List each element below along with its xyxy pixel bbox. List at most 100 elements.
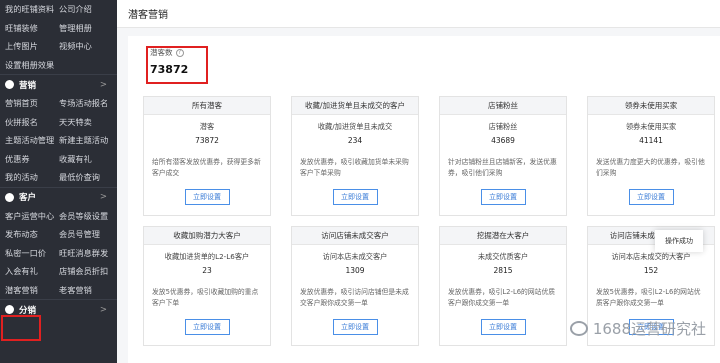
sidebar-item[interactable]: 专场活动报名: [59, 97, 113, 109]
setup-button[interactable]: 立即设置: [480, 189, 526, 205]
sidebar-item[interactable]: 公司介绍: [59, 3, 113, 15]
sidebar-row: 主题活动管理 新建主题活动: [0, 131, 117, 150]
sidebar-item[interactable]: 伙拼报名: [5, 116, 59, 128]
user-icon: [5, 192, 14, 202]
sidebar-item[interactable]: 最低价查询: [59, 171, 113, 183]
total-highlight-box: [146, 46, 208, 84]
sidebar-item[interactable]: 新建主题活动: [59, 134, 113, 146]
card-description: 发放优惠券，吸引访问店铺但是未成交客户跟你成交第一单: [300, 288, 409, 307]
metric-label: 未成交优质客户: [477, 252, 529, 261]
metric-label: 潜客: [199, 122, 215, 131]
metric-label: 收藏加进货单的L2-L6客户: [164, 252, 250, 261]
setup-button[interactable]: 立即设置: [184, 189, 230, 205]
card-description: 发放优惠券，吸引L2-L6的网站优质客户跟你成交第一单: [448, 288, 556, 307]
page-title: 潜客营销: [117, 0, 720, 28]
metric-label: 领券未使用买家: [625, 122, 677, 131]
sidebar-item[interactable]: 我的活动: [5, 171, 59, 183]
sidebar-item[interactable]: 会员等级设置: [59, 210, 113, 222]
metric-value: 2815: [493, 266, 513, 275]
card-description: 发放优惠券，吸引收藏加货单未采购客户下单采购: [300, 158, 409, 177]
sidebar-row: 优惠券 收藏有礼: [0, 150, 117, 169]
chevron-icon: >: [99, 304, 107, 315]
metric-label: 访问本店未成交客户: [322, 252, 388, 261]
success-toast: 操作成功: [655, 230, 703, 252]
sidebar-item[interactable]: 发布动态: [5, 228, 59, 240]
metric-value: 234: [347, 136, 363, 145]
sidebar-row: 上传图片 视频中心: [0, 37, 117, 56]
sidebar-item[interactable]: 天天特卖: [59, 116, 113, 128]
card-description: 发放5优惠券，吸引收藏加购的重点客户下单: [152, 288, 259, 307]
sidebar-item[interactable]: 旺旺消息群发: [59, 247, 113, 259]
sidebar-row: 我的活动 最低价查询: [0, 168, 117, 187]
card-title: 收藏加购潜力大客户: [144, 227, 270, 245]
watermark: 1688运营研究社: [569, 318, 706, 339]
setup-button[interactable]: 立即设置: [332, 319, 378, 335]
sidebar-item[interactable]: 入会有礼: [5, 265, 59, 277]
sidebar-row: 伙拼报名 天天特卖: [0, 113, 117, 132]
card-description: 给所有潜客发放优惠券，获得更多新客户成交: [152, 158, 261, 177]
setup-button[interactable]: 立即设置: [480, 319, 526, 335]
sidebar-section-customer[interactable]: 客户 >: [0, 186, 117, 207]
sidebar: 我的旺铺资料 公司介绍 旺铺装修 管理相册 上传图片 视频中心 设置相册效果 营销 > 营销…: [0, 0, 117, 363]
card-title: 收藏/加进货单且未成交的客户: [292, 97, 418, 115]
segment-card: 访问店铺未成交客户访问本店未成交客户 1309 发放优惠券，吸引访问店铺但是未成交客…: [291, 226, 419, 346]
sidebar-section-marketing[interactable]: 营销 >: [0, 74, 117, 94]
sidebar-item[interactable]: 设置相册效果: [5, 59, 59, 71]
card-title: 领券未使用买家: [588, 97, 714, 115]
card-title: 店铺粉丝: [440, 97, 566, 115]
sidebar-item[interactable]: 会员号管理: [59, 228, 113, 240]
setup-button[interactable]: 立即设置: [184, 319, 230, 335]
megaphone-icon: [5, 80, 14, 89]
metric-value: 43689: [491, 136, 515, 145]
sidebar-item[interactable]: 客户运营中心: [5, 210, 59, 222]
card-description: 发放5优惠券，吸引L2-L6的网站优质客户跟你成交第一单: [596, 288, 701, 307]
sidebar-row: 私密一口价 旺旺消息群发: [0, 244, 117, 263]
sidebar-item[interactable]: 老客营销: [59, 284, 113, 296]
card-description: 针对店铺粉丝且店铺新客，发送优惠券，吸引他们采购: [448, 158, 557, 177]
setup-button[interactable]: 立即设置: [628, 189, 674, 205]
card-title: 访问店铺未成交客户: [292, 227, 418, 245]
chevron-icon: >: [99, 192, 107, 202]
card-title: 所有潜客: [144, 97, 270, 115]
metric-value: 73872: [195, 136, 219, 145]
card-title: 挖掘潜在大客户: [440, 227, 566, 245]
share-icon: [5, 305, 14, 314]
metric-value: 1309: [345, 266, 365, 275]
card-description: 发送优惠力度更大的优惠券，吸引他们采购: [596, 158, 705, 177]
sidebar-item[interactable]: 优惠券: [5, 153, 59, 165]
sidebar-row: 营销首页 专场活动报名: [0, 94, 117, 113]
metric-label: 店铺粉丝: [488, 122, 518, 131]
sidebar-row: 潜客营销 老客营销: [0, 281, 117, 300]
metric-label: 访问本店未成交的大客户: [611, 252, 691, 261]
sidebar-row: 入会有礼 店铺会员折扣: [0, 262, 117, 281]
sidebar-row: 设置相册效果: [0, 56, 117, 75]
wechat-icon: [569, 321, 588, 336]
segment-card: 挖掘潜在大客户未成交优质客户 2815 发放优惠券，吸引L2-L6的网站优质客户跟你…: [439, 226, 567, 346]
sidebar-item[interactable]: 潜客营销: [5, 284, 59, 296]
segment-card: 店铺粉丝 店铺粉丝 43689 针对店铺粉丝且店铺新客，发送优惠券，吸引他们采购 立即设…: [439, 96, 567, 216]
sidebar-item[interactable]: 视频中心: [59, 40, 113, 52]
sidebar-row: 发布动态 会员号管理: [0, 225, 117, 244]
segment-card: 所有潜客潜客 73872 给所有潜客发放优惠券，获得更多新客户成交 立即设置: [143, 96, 271, 216]
sidebar-item[interactable]: 私密一口价: [5, 247, 59, 259]
sidebar-item[interactable]: 店铺会员折扣: [59, 265, 113, 277]
metric-label: 收藏/加进货单且未成交: [317, 122, 393, 131]
sidebar-row: 旺铺装修 管理相册: [0, 19, 117, 38]
segment-card: 领券未使用买家 领券未使用买家 41141 发送优惠力度更大的优惠券，吸引他们采购 立即…: [587, 96, 715, 216]
sidebar-row: 我的旺铺资料 公司介绍: [0, 0, 117, 19]
sidebar-item[interactable]: 我的旺铺资料: [5, 3, 59, 15]
sidebar-item[interactable]: 上传图片: [5, 40, 59, 52]
segment-card: 收藏/加进货单且未成交的客户收藏/加进货单且未成交 234 发放优惠券，吸引收藏加货…: [291, 96, 419, 216]
metric-value: 152: [643, 266, 659, 275]
content-panel: 潜客数? 73872 所有潜客 潜客 73872 给所有潜客发放优惠券，获得更多新客户…: [128, 36, 720, 363]
chevron-icon: >: [99, 79, 107, 90]
sidebar-item[interactable]: 管理相册: [59, 22, 113, 34]
metric-value: 41141: [639, 136, 663, 145]
sidebar-item[interactable]: 主题活动管理: [5, 134, 59, 146]
setup-button[interactable]: 立即设置: [332, 189, 378, 205]
segment-card: 收藏加购潜力大客户 收藏加进货单的L2-L6客户 23 发放5优惠券，吸引收藏加购的重…: [143, 226, 271, 346]
sidebar-row: 客户运营中心 会员等级设置: [0, 207, 117, 226]
sidebar-item[interactable]: 旺铺装修: [5, 22, 59, 34]
sidebar-item[interactable]: 收藏有礼: [59, 153, 113, 165]
sidebar-item[interactable]: 营销首页: [5, 97, 59, 109]
